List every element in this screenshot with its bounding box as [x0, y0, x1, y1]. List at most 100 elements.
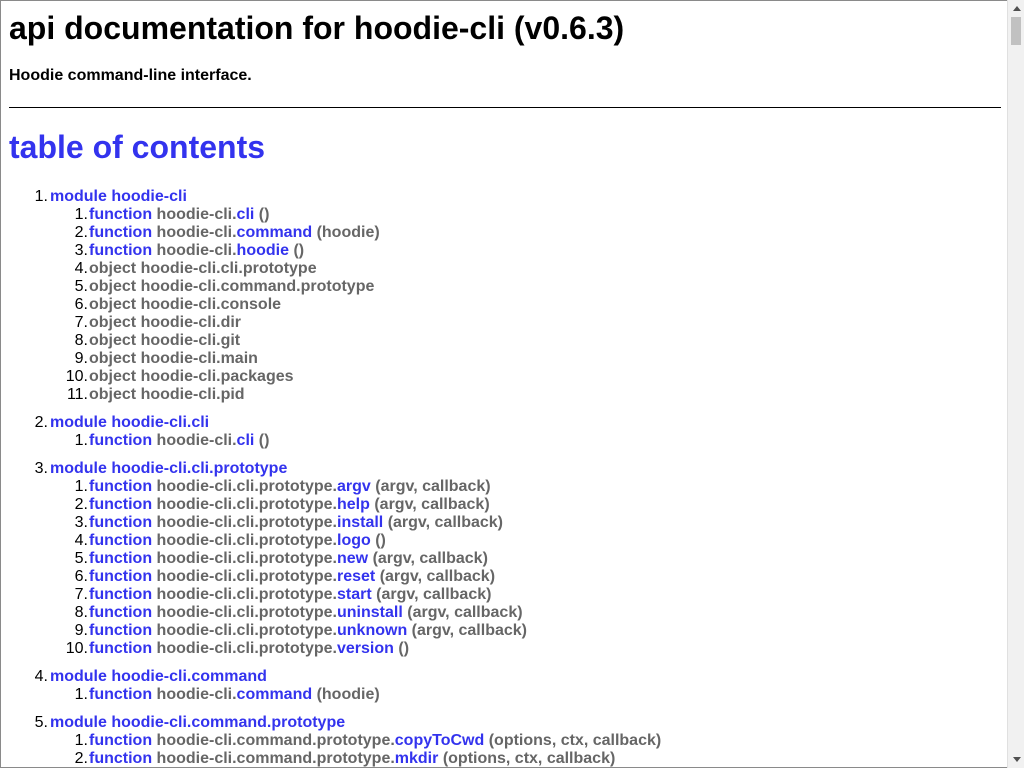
entry-kind-link[interactable]: function [89, 478, 152, 495]
entry-number: 1. [74, 686, 88, 703]
entry-args: (argv, callback) [375, 478, 491, 495]
entry-prefix: hoodie-cli.dir [140, 314, 242, 331]
entry-kind-link[interactable]: function [89, 242, 152, 259]
entry-number: 1. [74, 732, 88, 749]
entry-number: 6. [74, 296, 88, 313]
entry-kind-link[interactable]: function [89, 686, 152, 703]
toc-entry: 7. object hoodie-cli.dir [9, 314, 661, 332]
entry-kind-link[interactable]: function [89, 550, 152, 567]
entry-args: (argv, callback) [379, 568, 496, 585]
entry-kind-link[interactable]: function [89, 604, 152, 621]
vertical-scrollbar[interactable] [1007, 0, 1024, 768]
toc-entry: 2. function hoodie-cli.command.prototype.… [9, 750, 661, 767]
entry-prefix: hoodie-cli.cli.prototype. [156, 622, 337, 639]
entry-number: 11. [66, 386, 88, 403]
entry-kind-link[interactable]: function [89, 586, 152, 603]
scroll-up-button[interactable] [1008, 0, 1024, 17]
table-of-contents: 1. module hoodie-cli 1. function hoodie-cli… [9, 188, 662, 767]
entry-kind-link[interactable]: function [89, 206, 152, 223]
entry-name-link[interactable]: command [237, 224, 313, 241]
entry-args: () [258, 432, 270, 449]
module-items-list: 1. function hoodie-cli.command (hoodie) [50, 686, 661, 704]
module-items-list: 1. function hoodie-cli.cli () 2. function h… [50, 206, 661, 404]
entry-name-link[interactable]: uninstall [337, 604, 403, 621]
toc-heading: table of contents [9, 129, 266, 165]
entry-prefix: hoodie-cli.cli.prototype [140, 260, 317, 277]
entry-prefix: hoodie-cli.cli.prototype. [156, 478, 337, 495]
entry-kind: object [89, 278, 137, 295]
entry-kind-link[interactable]: function [89, 532, 152, 549]
toc-entry: 3. function hoodie-cli.hoodie () [9, 242, 661, 260]
entry-number: 2. [74, 496, 88, 513]
page-description: Hoodie command-line interface. [9, 67, 252, 84]
module-link[interactable]: module hoodie-cli.command [50, 668, 661, 686]
entry-prefix: hoodie-cli.cli.prototype. [156, 514, 337, 531]
entry-prefix: hoodie-cli. [156, 206, 237, 223]
entry-name-link[interactable]: cli [237, 432, 255, 449]
entry-prefix: hoodie-cli. [156, 686, 237, 703]
entry-kind-link[interactable]: function [89, 432, 152, 449]
entry-name-link[interactable]: copyToCwd [395, 732, 484, 749]
toc-entry: 2. function hoodie-cli.cli.prototype.help… [9, 496, 661, 514]
module-item: 5. module hoodie-cli.command.prototype 1. f… [9, 714, 662, 767]
module-link[interactable]: module hoodie-cli.cli [50, 414, 661, 432]
entry-kind: object [89, 296, 137, 313]
entry-args: (hoodie) [316, 686, 380, 703]
entry-name-link[interactable]: reset [337, 568, 375, 585]
page-title: api documentation for hoodie-cli (v0.6.3… [9, 10, 625, 46]
entry-number: 2. [74, 750, 88, 767]
module-item: 4. module hoodie-cli.command 1. function ho… [9, 668, 661, 704]
entry-kind: object [89, 350, 137, 367]
entry-kind-link[interactable]: function [89, 622, 152, 639]
toc-entry: 5. function hoodie-cli.cli.prototype.new … [9, 550, 661, 568]
module-link[interactable]: module hoodie-cli.cli.prototype [50, 460, 661, 478]
entry-args: () [398, 640, 410, 657]
entry-name-link[interactable]: command [237, 686, 313, 703]
scroll-down-button[interactable] [1008, 751, 1024, 768]
scrollbar-thumb[interactable] [1011, 17, 1021, 45]
entry-name-link[interactable]: start [337, 586, 372, 603]
entry-number: 8. [74, 604, 88, 621]
module-link[interactable]: module hoodie-cli.command.prototype [50, 714, 661, 732]
entry-number: 9. [74, 350, 88, 367]
entry-prefix: hoodie-cli.command.prototype [140, 278, 375, 295]
entry-name-link[interactable]: help [337, 496, 370, 513]
entry-name-link[interactable]: mkdir [395, 750, 439, 767]
divider [9, 107, 1001, 108]
entry-name-link[interactable]: hoodie [237, 242, 289, 259]
module-link[interactable]: module hoodie-cli [50, 188, 661, 206]
entry-kind-link[interactable]: function [89, 640, 152, 657]
entry-kind-link[interactable]: function [89, 732, 152, 749]
entry-prefix: hoodie-cli. [156, 242, 237, 259]
entry-number: 7. [74, 314, 88, 331]
entry-number: 1. [74, 206, 88, 223]
entry-name-link[interactable]: argv [337, 478, 371, 495]
arrow-down-icon [1012, 757, 1021, 762]
entry-args: (argv, callback) [376, 586, 492, 603]
entry-args: (options, ctx, callback) [488, 732, 662, 749]
entry-name-link[interactable]: new [337, 550, 368, 567]
module-item: 2. module hoodie-cli.cli 1. function hoodie… [9, 414, 661, 450]
entry-kind-link[interactable]: function [89, 224, 152, 241]
toc-entry: 4. function hoodie-cli.cli.prototype.logo… [9, 532, 661, 550]
module-items-list: 1. function hoodie-cli.command.prototype.… [50, 732, 662, 767]
arrow-up-icon [1012, 6, 1021, 11]
entry-args: () [375, 532, 386, 549]
entry-prefix: hoodie-cli.main [140, 350, 258, 367]
entry-prefix: hoodie-cli.cli.prototype. [156, 550, 337, 567]
entry-name-link[interactable]: cli [237, 206, 255, 223]
entry-prefix: hoodie-cli.pid [140, 386, 245, 403]
entry-args: (argv, callback) [374, 496, 490, 513]
entry-name-link[interactable]: logo [337, 532, 371, 549]
entry-name-link[interactable]: version [337, 640, 394, 657]
entry-kind-link[interactable]: function [89, 514, 152, 531]
entry-kind: object [89, 368, 137, 385]
toc-entry: 7. function hoodie-cli.cli.prototype.star… [9, 586, 661, 604]
entry-number: 3. [74, 514, 88, 531]
entry-kind-link[interactable]: function [89, 568, 152, 585]
entry-name-link[interactable]: install [337, 514, 383, 531]
entry-number: 10. [65, 640, 88, 657]
entry-kind-link[interactable]: function [89, 750, 152, 767]
entry-name-link[interactable]: unknown [337, 622, 407, 639]
entry-kind-link[interactable]: function [89, 496, 152, 513]
